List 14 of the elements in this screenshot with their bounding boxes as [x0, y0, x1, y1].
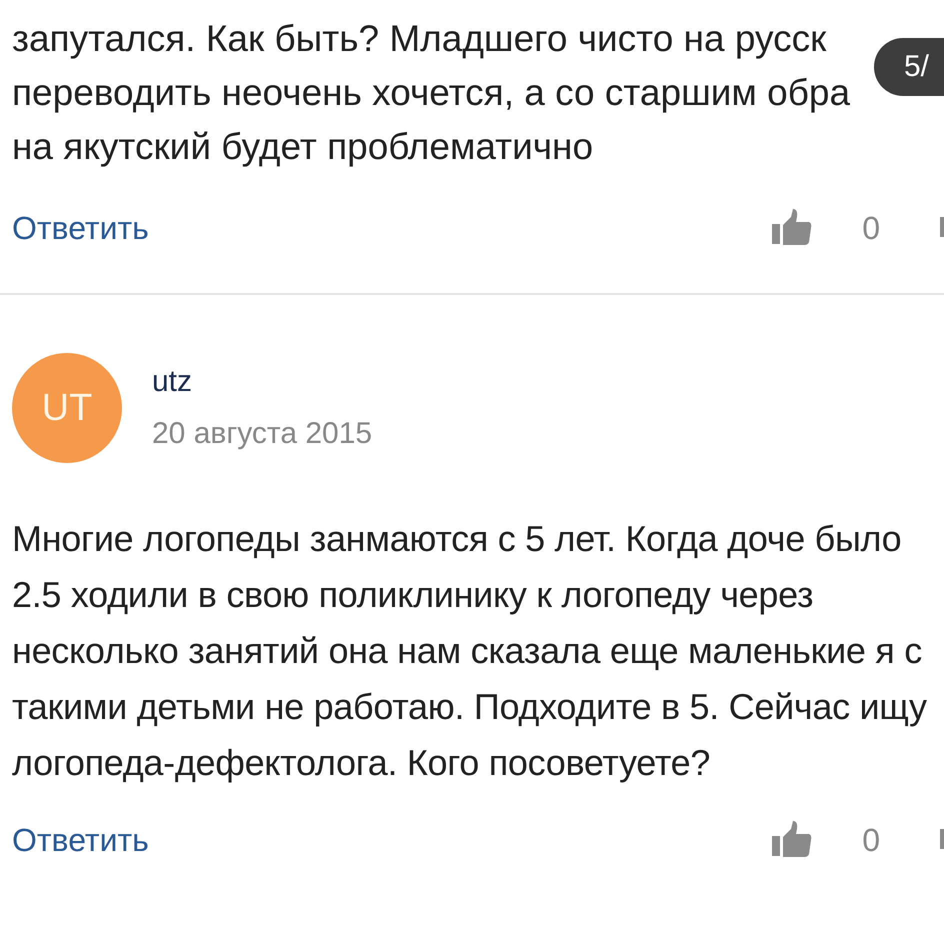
reply-link[interactable]: Ответить: [12, 210, 149, 246]
author-name: utz: [152, 365, 194, 399]
like-button[interactable]: [772, 821, 812, 859]
thumbs-up-icon: [772, 209, 812, 247]
comment-date: 20 августа 2015: [152, 417, 372, 451]
like-button[interactable]: [772, 209, 812, 247]
comment-text: Многие логопеды занмаются с 5 лет. Когда доче было 2.5 ходили в свою поликлинику к логопеду через несколько занятий она нам сказала еще маленькие я с такими детьми не работаю. Подходите в 5. Сейчас ищу логопеда-дефектолога. Кого посоветуете?: [12, 517, 928, 785]
thumbs-up-icon: [772, 821, 812, 859]
reply-link[interactable]: Ответить: [12, 822, 149, 858]
comment-text: запутался. Как быть? Младшего чисто на русск переводить неочень хочется, а со старшим обра на якутский будет проблематично: [12, 17, 850, 169]
like-count: 0: [862, 210, 880, 246]
page-badge: 5/: [874, 38, 944, 96]
like-count: 0: [862, 822, 880, 858]
avatar: UT: [12, 353, 122, 463]
